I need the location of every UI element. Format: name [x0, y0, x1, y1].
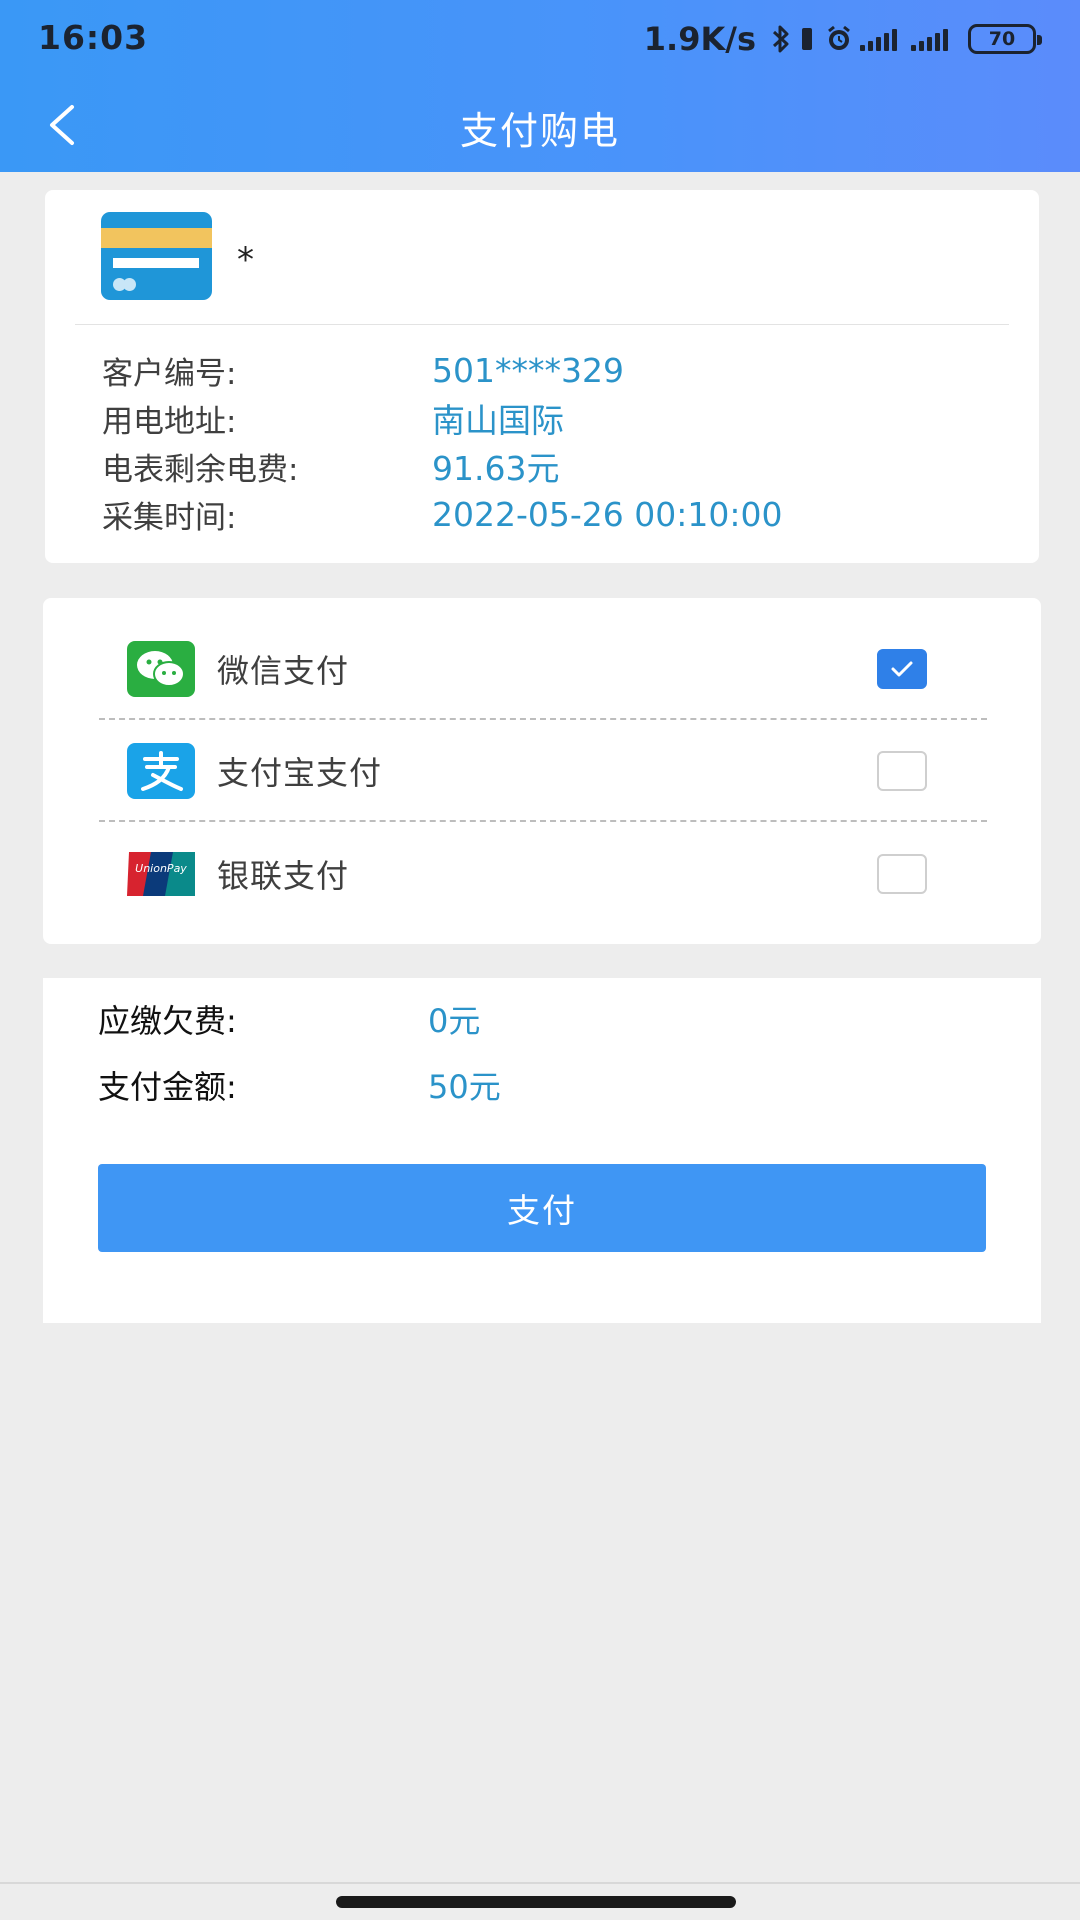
info-label: 采集时间:	[102, 499, 237, 536]
wechat-checkbox[interactable]	[877, 649, 927, 689]
amount-value: 50元	[428, 1068, 501, 1106]
balance-value: 91.63元	[432, 449, 560, 488]
account-card: * 客户编号: 501****329 用电地址: 南山国际 电表剩余电费: 91…	[45, 190, 1039, 563]
payment-methods-card: 微信支付 支付宝支付 UnionPay 银联支付	[43, 598, 1041, 944]
svg-text:UnionPay: UnionPay	[135, 862, 187, 875]
checkmark-icon	[891, 661, 913, 677]
unionpay-icon: UnionPay	[127, 846, 195, 902]
payment-label: 支付宝支付	[217, 754, 383, 792]
pay-button[interactable]: 支付	[98, 1164, 986, 1252]
arrears-label: 应缴欠费:	[98, 1002, 237, 1040]
home-indicator[interactable]	[336, 1896, 736, 1908]
payment-label: 微信支付	[217, 652, 350, 690]
payment-option-unionpay[interactable]: UnionPay 银联支付	[99, 824, 987, 924]
payment-label: 银联支付	[217, 857, 350, 895]
divider	[0, 1882, 1080, 1884]
signal-5g-icon	[860, 27, 897, 51]
signal-4g-icon	[911, 27, 948, 51]
arrears-row: 应缴欠费: 0元	[98, 994, 480, 1044]
wechat-pay-icon	[127, 641, 195, 697]
network-speed: 1.9K/s	[643, 20, 756, 58]
info-label: 电表剩余电费:	[102, 451, 299, 488]
app-header: 16:03 1.9K/s 70 支付购电	[0, 0, 1080, 172]
payment-option-alipay[interactable]: 支付宝支付	[99, 722, 987, 822]
arrears-value: 0元	[428, 1002, 481, 1040]
status-icons: 1.9K/s 70	[643, 18, 1042, 60]
payment-option-wechat[interactable]: 微信支付	[99, 620, 987, 720]
collect-time-value: 2022-05-26 00:10:00	[432, 494, 783, 534]
info-row-address: 用电地址: 南山国际	[102, 396, 564, 440]
alipay-checkbox[interactable]	[877, 751, 927, 791]
info-label: 客户编号:	[102, 355, 237, 392]
account-name: *	[237, 240, 254, 280]
alarm-icon	[828, 25, 850, 50]
info-row-collect-time: 采集时间: 2022-05-26 00:10:00	[102, 492, 782, 536]
address-value: 南山国际	[432, 401, 564, 440]
amount-row: 支付金额: 50元	[98, 1060, 501, 1110]
unionpay-checkbox[interactable]	[877, 854, 927, 894]
battery-indicator: 70	[968, 24, 1042, 54]
amount-label: 支付金额:	[98, 1068, 237, 1106]
info-label: 用电地址:	[102, 403, 237, 440]
vibrate-icon	[802, 28, 812, 50]
divider	[75, 324, 1009, 325]
info-row-balance: 电表剩余电费: 91.63元	[102, 444, 559, 488]
bluetooth-icon	[772, 25, 789, 53]
alipay-icon	[127, 743, 195, 799]
payment-summary-card: 应缴欠费: 0元 支付金额: 50元 支付	[43, 978, 1041, 1323]
page-title: 支付购电	[459, 109, 620, 153]
status-time: 16:03	[38, 18, 149, 57]
info-row-customer-id: 客户编号: 501****329	[102, 348, 624, 392]
customer-id-value: 501****329	[432, 350, 624, 390]
bank-card-icon	[101, 212, 212, 300]
